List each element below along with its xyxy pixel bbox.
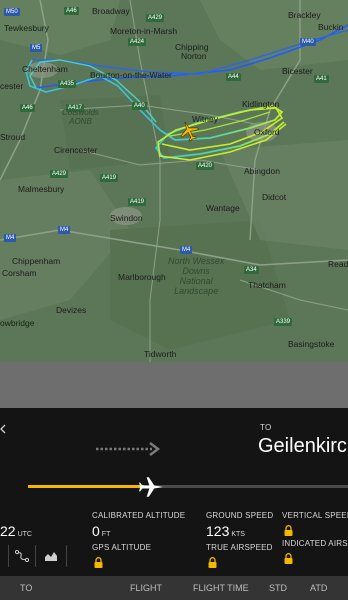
map-svg xyxy=(0,0,348,362)
chevron-left-icon[interactable] xyxy=(0,424,6,434)
road-shield: M50 xyxy=(4,8,20,16)
destination-city: Geilenkirc xyxy=(258,435,347,457)
flight-progress-fill xyxy=(28,485,144,488)
ground-speed-value: 123 KTS xyxy=(206,523,245,539)
road-shield: M4 xyxy=(180,246,193,254)
footer-col-flight: FLIGHT xyxy=(130,583,163,593)
road-shield: A44 xyxy=(226,73,241,81)
map-drag-band[interactable] xyxy=(0,362,348,408)
place-label: Buckin xyxy=(318,22,344,32)
road-shield: A435 xyxy=(58,80,77,88)
road-shield: A41 xyxy=(314,75,329,83)
place-label: Chippenham xyxy=(12,256,61,266)
route-toggle-button[interactable] xyxy=(8,545,36,567)
place-label: owbridge xyxy=(0,318,35,328)
place-label: Cheltenham xyxy=(22,64,68,74)
chart-icon xyxy=(45,552,57,561)
road-shield: A419 xyxy=(128,198,147,206)
place-label: Broadway xyxy=(92,6,130,16)
aonb-label: Cotswolds AONB xyxy=(62,108,99,126)
place-label: Read xyxy=(328,259,348,269)
vertical-speed-label: VERTICAL SPEED xyxy=(282,511,348,520)
footer-col-flight-time: FLIGHT TIME xyxy=(193,583,249,593)
lock-icon xyxy=(94,557,103,568)
place-label: Tewkesbury xyxy=(4,23,49,33)
lock-icon xyxy=(284,553,293,564)
footer-col-atd: ATD xyxy=(310,583,328,593)
place-label: Norton xyxy=(181,51,207,61)
place-label: Moreton-in-Marsh xyxy=(110,26,178,36)
flight-info-panel: TO Geilenkirc 22 UTC CALIBRATED ALTITUDE … xyxy=(0,408,348,600)
footer-col-std: STD xyxy=(269,583,287,593)
place-label: Brackley xyxy=(288,10,321,20)
calibrated-altitude-label: CALIBRATED ALTITUDE xyxy=(92,511,186,520)
place-label: Bourton-on-the-Water xyxy=(90,70,172,80)
lock-icon xyxy=(284,525,293,536)
road-shield: M4 xyxy=(58,226,71,234)
road-shield: A420 xyxy=(196,162,215,170)
place-label: Abingdon xyxy=(244,166,280,176)
place-label: Didcot xyxy=(262,192,287,202)
place-label: Malmesbury xyxy=(18,184,65,194)
road-shield: M4 xyxy=(4,234,17,242)
route-icon xyxy=(15,550,29,562)
place-label: Devizes xyxy=(56,305,87,315)
calibrated-altitude-value: 0 FT xyxy=(92,523,111,539)
road-shield: A34 xyxy=(244,266,259,274)
north-wessex-downs-label: North Wessex Downs National Landscape xyxy=(168,256,225,296)
flight-map[interactable]: Tewkesbury Broadway Moreton-in-Marsh Chippi… xyxy=(0,0,348,362)
road-shield: A429 xyxy=(50,170,69,178)
graph-toggle-button[interactable] xyxy=(36,545,67,567)
flight-progress-bar xyxy=(28,485,348,488)
true-airspeed-label: TRUE AIRSPEED xyxy=(206,543,273,552)
place-label: Swindon xyxy=(110,213,143,223)
place-label: Marlborough xyxy=(118,272,166,282)
place-label: Thatcham xyxy=(248,280,286,290)
road-shield: A429 xyxy=(146,14,165,22)
road-shield: A419 xyxy=(100,174,119,182)
road-shield: A40 xyxy=(132,102,147,110)
indicated-airspeed-label: INDICATED AIRSP xyxy=(282,539,348,548)
road-shield: A339 xyxy=(274,318,293,326)
road-shield: A46 xyxy=(20,104,35,112)
place-label: Wantage xyxy=(206,203,240,213)
ground-speed-label: GROUND SPEED xyxy=(206,511,274,520)
progress-plane-icon xyxy=(139,477,163,497)
road-shield: M40 xyxy=(300,38,316,46)
route-arrow-icon xyxy=(96,442,161,456)
place-label: Tidworth xyxy=(144,349,177,359)
place-label: Basingstoke xyxy=(288,339,335,349)
lock-icon xyxy=(208,557,217,568)
place-label: cester xyxy=(0,81,24,91)
flight-history-header: TO FLIGHT FLIGHT TIME STD ATD xyxy=(0,576,348,600)
partial-time: 22 UTC xyxy=(0,523,32,539)
place-label: Kidlington xyxy=(242,99,280,109)
gps-altitude-label: GPS ALTITUDE xyxy=(92,543,152,552)
place-label: Bicester xyxy=(282,66,313,76)
road-shield: A424 xyxy=(128,38,147,46)
place-label: Oxford xyxy=(254,127,280,137)
footer-col-to: TO xyxy=(20,583,33,593)
to-label: TO xyxy=(260,423,272,432)
place-label: Corsham xyxy=(2,268,37,278)
place-label: Stroud xyxy=(0,132,26,142)
place-label: Cirencester xyxy=(54,145,98,155)
road-shield: A46 xyxy=(64,7,79,15)
road-shield: M5 xyxy=(30,44,43,52)
